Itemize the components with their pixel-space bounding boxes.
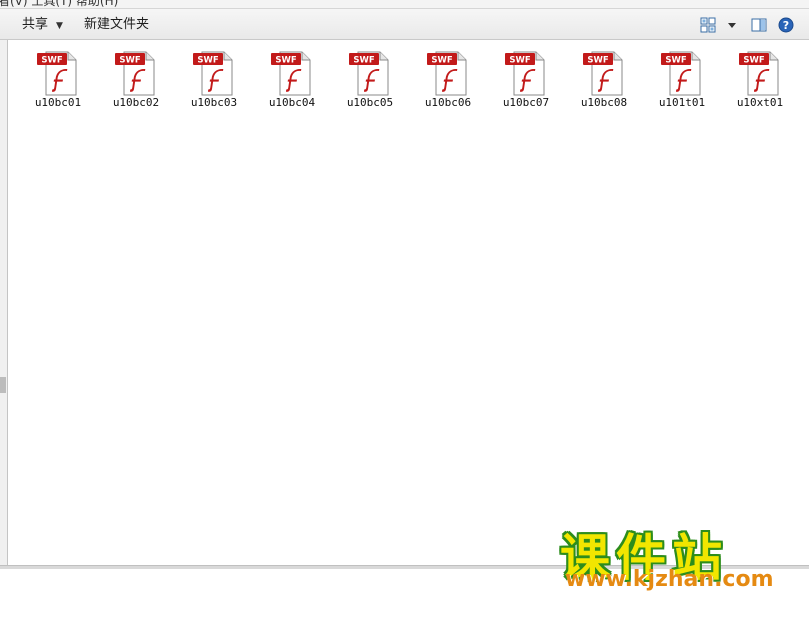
svg-text:SWF: SWF — [665, 56, 686, 66]
file-name-label: u10bc04 — [268, 96, 316, 109]
flash-swf-icon: SWF — [661, 51, 701, 96]
file-item[interactable]: SWF u10bc03 — [176, 49, 252, 109]
file-name-label: u10bc06 — [424, 96, 472, 109]
flash-swf-icon: SWF — [427, 51, 467, 96]
file-name-label: u10xt01 — [736, 96, 784, 109]
file-item[interactable]: SWF u10bc04 — [254, 49, 330, 109]
new-folder-button-label: 新建文件夹 — [84, 17, 150, 32]
file-name-label: u10bc08 — [580, 96, 628, 109]
share-button-label: 共享 — [22, 17, 49, 32]
file-item[interactable]: SWF u10xt01 — [722, 49, 798, 109]
svg-text:SWF: SWF — [509, 56, 530, 66]
preview-pane-icon[interactable] — [751, 17, 767, 33]
file-name-label: u101t01 — [658, 96, 706, 109]
svg-text:SWF: SWF — [587, 56, 608, 66]
view-options-icon[interactable] — [700, 17, 716, 33]
file-name-label: u10bc07 — [502, 96, 550, 109]
file-name-label: u10bc01 — [34, 96, 82, 109]
flash-swf-icon: SWF — [193, 51, 233, 96]
flash-swf-icon: SWF — [37, 51, 77, 96]
flash-swf-icon: SWF — [115, 51, 155, 96]
file-item[interactable]: SWF u101t01 — [644, 49, 720, 109]
watermark-url: www.kjzhan.com — [565, 567, 774, 592]
svg-text:SWF: SWF — [197, 56, 218, 66]
file-list-area[interactable]: SWF u10bc01 SWF u10bc02 SWF u10bc03 SWF u10bc04… — [9, 40, 809, 565]
svg-text:SWF: SWF — [743, 56, 764, 66]
file-item[interactable]: SWF u10bc02 — [98, 49, 174, 109]
help-icon[interactable]: ? — [778, 17, 794, 33]
file-item[interactable]: SWF u10bc07 — [488, 49, 564, 109]
menu-bar-fragment: 看(V) 工具(T) 帮助(H) — [0, 0, 119, 8]
flash-swf-icon: SWF — [271, 51, 311, 96]
chevron-down-icon: ▼ — [56, 21, 63, 31]
svg-text:SWF: SWF — [275, 56, 296, 66]
svg-text:SWF: SWF — [353, 56, 374, 66]
file-item[interactable]: SWF u10bc06 — [410, 49, 486, 109]
flash-swf-icon: SWF — [349, 51, 389, 96]
flash-swf-icon: SWF — [739, 51, 779, 96]
command-bar: 共享 ▼ 新建文件夹 ? — [0, 8, 809, 40]
menu-bar: 看(V) 工具(T) 帮助(H) — [0, 0, 809, 8]
file-item[interactable]: SWF u10bc08 — [566, 49, 642, 109]
file-name-label: u10bc03 — [190, 96, 238, 109]
svg-text:SWF: SWF — [41, 56, 62, 66]
navigation-pane-edge[interactable] — [0, 40, 8, 565]
flash-swf-icon: SWF — [583, 51, 623, 96]
file-name-label: u10bc05 — [346, 96, 394, 109]
flash-swf-icon: SWF — [505, 51, 545, 96]
file-name-label: u10bc02 — [112, 96, 160, 109]
view-dropdown-chevron-icon[interactable] — [726, 17, 738, 33]
svg-text:SWF: SWF — [431, 56, 452, 66]
file-item[interactable]: SWF u10bc01 — [20, 49, 96, 109]
svg-text:?: ? — [783, 19, 789, 32]
pane-splitter-handle[interactable] — [0, 377, 6, 393]
share-button[interactable]: 共享 ▼ — [22, 15, 63, 35]
file-item[interactable]: SWF u10bc05 — [332, 49, 408, 109]
svg-text:SWF: SWF — [119, 56, 140, 66]
new-folder-button[interactable]: 新建文件夹 — [84, 15, 149, 35]
